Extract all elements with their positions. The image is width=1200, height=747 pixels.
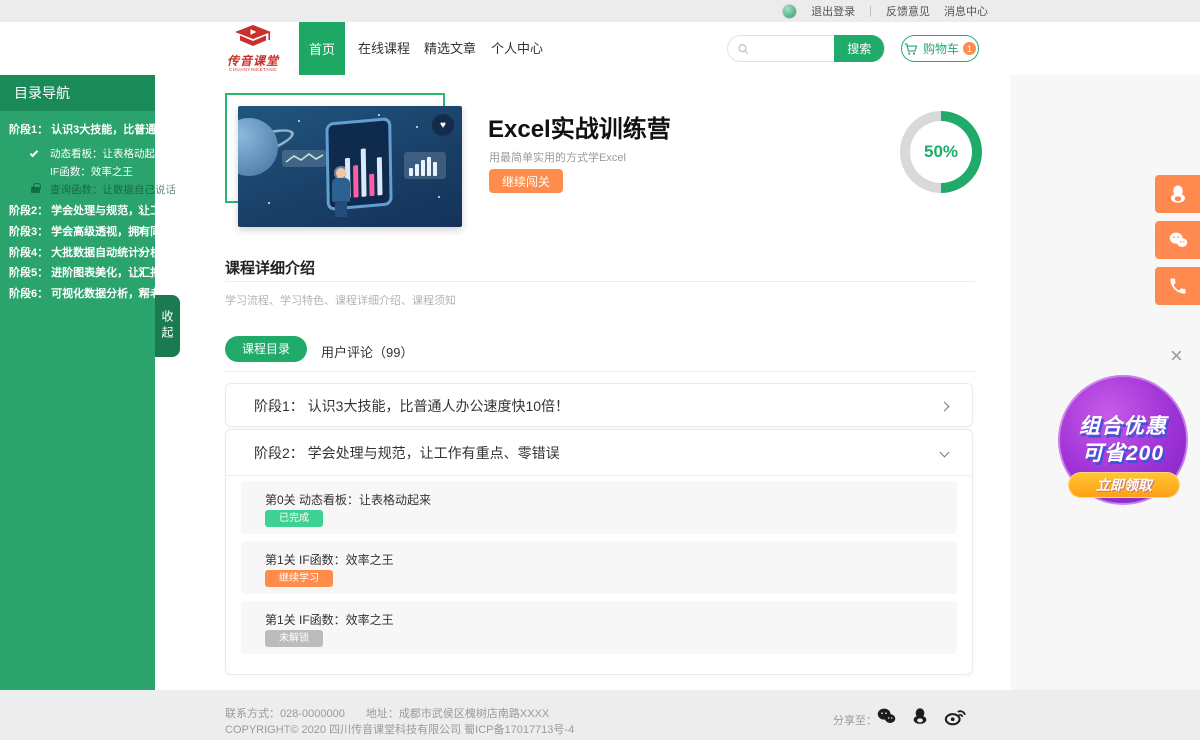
claim-coupon-button[interactable]: 立即领取 bbox=[1068, 472, 1180, 498]
course-subtitle: 用最简单实用的方式学Excel bbox=[489, 149, 626, 165]
cart-count-badge: 1 bbox=[963, 42, 976, 55]
logout-link[interactable]: 退出登录 bbox=[811, 3, 855, 19]
body-wrap: ♥ Excel实战训练营 用最简单实用的方式学Excel 继续闯关 50% 课程… bbox=[0, 75, 1200, 690]
share-weibo-icon[interactable] bbox=[942, 705, 968, 732]
share-wechat-icon[interactable] bbox=[874, 705, 898, 732]
stage1-title: 阶段1： 认识3大技能，比普通人办公速度快10倍！ bbox=[254, 398, 569, 414]
sidebar-stage-4[interactable]: 阶段4： 大批数据自动统计分析，... bbox=[0, 244, 155, 262]
search-button[interactable]: 搜索 bbox=[834, 35, 884, 62]
stage2-accordion: 阶段2： 学会处理与规范，让工作有重点、零错误 第0关 动态看板：让表格动起来 … bbox=[225, 429, 973, 675]
promo-line2: 可省200 bbox=[1082, 440, 1164, 467]
share-qq-icon[interactable] bbox=[910, 705, 930, 732]
sidebar-lesson-lookup-locked[interactable]: 查询函数：让数据自己说话 bbox=[0, 182, 155, 198]
footer-copyright: COPYRIGHT© 2020 四川传音课堂科技有限公司 蜀ICP备170177… bbox=[225, 721, 574, 737]
footer: 联系方式：028-0000000 地址：成都市武侯区槐树店南路XXXX COPY… bbox=[0, 690, 1200, 747]
bar-chart-chip-graphic bbox=[404, 152, 446, 179]
main-panel: ♥ Excel实战训练营 用最简单实用的方式学Excel 继续闯关 50% 课程… bbox=[155, 75, 1010, 690]
footer-contact: 联系方式：028-0000000 地址：成都市武侯区槐树店南路XXXX bbox=[225, 705, 567, 721]
topbar: 退出登录 | 反馈意见 消息中心 bbox=[0, 0, 1200, 22]
progress-ring: 50% bbox=[900, 111, 982, 193]
lesson-row[interactable]: 第1关 IF函数：效率之王 未解锁 bbox=[241, 601, 957, 654]
progress-value: 50% bbox=[910, 121, 972, 183]
sidebar-stage-3[interactable]: 阶段3： 学会高级透视，拥有同时... bbox=[0, 223, 155, 241]
course-detail-summary: 学习流程、学习特色、课程详细介绍、课程须知 bbox=[225, 292, 456, 308]
phone-icon bbox=[1168, 276, 1188, 296]
logo-title: 传音课堂 bbox=[220, 56, 286, 67]
footer-address: 地址：成都市武侯区槐树店南路XXXX bbox=[366, 708, 549, 720]
chevron-right-icon bbox=[940, 402, 950, 412]
favorite-heart-icon[interactable]: ♥ bbox=[432, 114, 454, 136]
lesson-status-badge: 已完成 bbox=[265, 510, 323, 527]
promo-close-icon[interactable]: × bbox=[1170, 345, 1183, 367]
tab-user-comments[interactable]: 用户评论（99） bbox=[321, 342, 413, 361]
continue-challenge-button[interactable]: 继续闯关 bbox=[489, 169, 563, 193]
wechat-contact-button[interactable] bbox=[1155, 221, 1200, 259]
check-icon bbox=[30, 149, 38, 157]
message-center-link[interactable]: 消息中心 bbox=[944, 3, 988, 19]
page: 退出登录 | 反馈意见 消息中心 传音课堂 CHUANYINKETANG 首页 … bbox=[0, 0, 1200, 747]
stage1-accordion: 阶段1： 认识3大技能，比普通人办公速度快10倍！ bbox=[225, 383, 973, 427]
person-graphic bbox=[336, 168, 346, 178]
lesson-title: 第1关 IF函数：效率之王 bbox=[265, 551, 394, 568]
sidebar-stage-6[interactable]: 阶段6： 可视化数据分析，帮老板... bbox=[0, 285, 155, 303]
lesson-row[interactable]: 第0关 动态看板：让表格动起来 已完成 bbox=[241, 481, 957, 534]
lesson-title: 第1关 IF函数：效率之王 bbox=[265, 611, 394, 628]
divider bbox=[225, 371, 975, 372]
line-chart-chip-graphic bbox=[282, 150, 326, 167]
sidebar-stage-5[interactable]: 阶段5： 进阶图表美化，让汇报一... bbox=[0, 264, 155, 282]
nav-online-courses[interactable]: 在线课程 bbox=[358, 22, 410, 75]
course-cover-image[interactable]: ♥ bbox=[238, 106, 462, 227]
search-box: 搜索 bbox=[727, 35, 885, 62]
cart-label: 购物车 bbox=[923, 40, 959, 57]
sidebar-title: 目录导航 bbox=[0, 75, 155, 111]
wechat-icon bbox=[1166, 229, 1190, 251]
lesson-title: 第0关 动态看板：让表格动起来 bbox=[265, 491, 431, 508]
sidebar-stage-1[interactable]: 阶段1： 认识3大技能，比普通人... bbox=[0, 121, 155, 139]
stage2-title: 阶段2： 学会处理与规范，让工作有重点、零错误 bbox=[254, 445, 560, 461]
catalog-sidebar: 目录导航 阶段1： 认识3大技能，比普通人... 动态看板：让表格动起来 IF函… bbox=[0, 75, 155, 690]
lesson-status-badge: 未解锁 bbox=[265, 630, 323, 647]
cart-button[interactable]: 购物车 1 bbox=[901, 35, 979, 62]
course-title: Excel实战训练营 bbox=[488, 109, 671, 144]
stage2-accordion-header[interactable]: 阶段2： 学会处理与规范，让工作有重点、零错误 bbox=[226, 430, 972, 476]
topbar-separator: | bbox=[869, 5, 872, 17]
sidebar-stage-2[interactable]: 阶段2： 学会处理与规范，让工作... bbox=[0, 202, 155, 220]
feedback-link[interactable]: 反馈意见 bbox=[886, 3, 930, 19]
nav-home[interactable]: 首页 bbox=[299, 22, 345, 75]
lesson-status-badge[interactable]: 继续学习 bbox=[265, 570, 333, 587]
logo-icon bbox=[233, 25, 273, 51]
course-detail-section-title: 课程详细介绍 bbox=[225, 257, 315, 278]
lock-icon bbox=[31, 187, 40, 193]
footer-share-label: 分享至： bbox=[833, 712, 877, 728]
qq-contact-button[interactable] bbox=[1155, 175, 1200, 213]
chevron-down-icon bbox=[940, 448, 950, 458]
user-avatar[interactable] bbox=[782, 4, 797, 19]
lesson-row[interactable]: 第1关 IF函数：效率之王 继续学习 bbox=[241, 541, 957, 594]
nav-featured-articles[interactable]: 精选文章 bbox=[424, 22, 476, 75]
promo-line1: 组合优惠 bbox=[1079, 413, 1167, 440]
search-icon bbox=[737, 42, 749, 56]
site-logo[interactable]: 传音课堂 CHUANYINKETANG bbox=[220, 25, 286, 73]
logo-subtitle: CHUANYINKETANG bbox=[223, 67, 282, 72]
bottom-strip bbox=[0, 740, 1200, 747]
sidebar-lesson-dashboard[interactable]: 动态看板：让表格动起来 bbox=[0, 146, 155, 162]
qq-icon bbox=[1167, 183, 1189, 205]
header: 传音课堂 CHUANYINKETANG 首页 在线课程 精选文章 个人中心 搜索… bbox=[0, 22, 1200, 75]
divider bbox=[225, 281, 975, 282]
search-input[interactable] bbox=[754, 39, 834, 59]
footer-phone: 联系方式：028-0000000 bbox=[225, 708, 345, 720]
phone-contact-button[interactable] bbox=[1155, 267, 1200, 305]
cart-icon bbox=[904, 42, 919, 56]
stage1-accordion-header[interactable]: 阶段1： 认识3大技能，比普通人办公速度快10倍！ bbox=[226, 384, 972, 428]
planet-graphic bbox=[238, 118, 278, 176]
tab-course-catalog[interactable]: 课程目录 bbox=[225, 336, 307, 362]
nav-personal-center[interactable]: 个人中心 bbox=[491, 22, 543, 75]
sidebar-collapse-tab[interactable]: 收起 bbox=[155, 295, 180, 357]
sidebar-lesson-if-function[interactable]: IF函数：效率之王 bbox=[0, 164, 155, 180]
